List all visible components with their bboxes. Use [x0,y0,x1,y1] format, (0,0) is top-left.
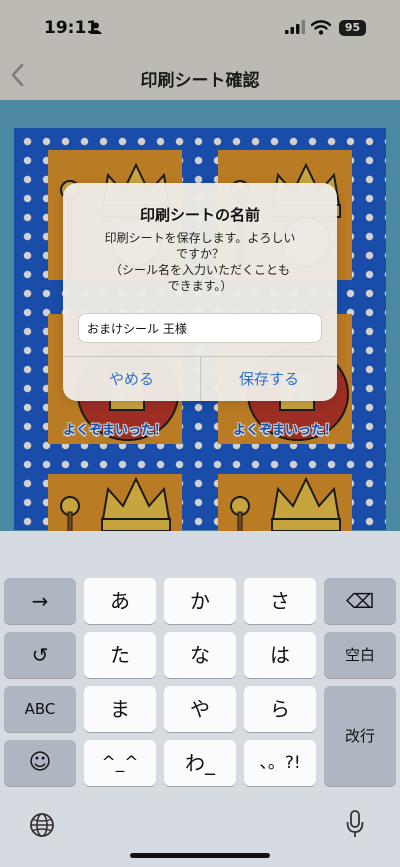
return-key[interactable]: 改行 [324,686,396,786]
key-ha[interactable]: は [244,632,316,678]
key-na[interactable]: な [164,632,236,678]
key-ta[interactable]: た [84,632,156,678]
dialog-message-line: 印刷シートを保存します。よろしい [104,231,296,245]
dialog-title: 印刷シートの名前 [139,206,260,224]
key-ma[interactable]: ま [84,686,156,732]
dialog-message: 印刷シートを保存します。よろしい ですか？ （シール名を入力いただくことも でき… [91,230,309,294]
key-wa[interactable]: わ_ [164,740,236,786]
save-button[interactable]: 保存する [201,357,337,401]
key-arrow-right[interactable]: → [4,578,76,624]
dialog-message-line: できます。） [167,279,233,293]
sheet-name-input[interactable] [78,313,322,343]
key-kaomoji[interactable]: ^_^ [84,740,156,786]
home-indicator [130,853,270,858]
undo-key[interactable]: ↺ [4,632,76,678]
abc-mode-key[interactable]: ABC [4,686,76,732]
key-sa[interactable]: さ [244,578,316,624]
microphone-icon[interactable] [345,809,365,839]
dialog-message-line: ですか？ [175,247,224,261]
save-sheet-dialog: 印刷シートの名前 印刷シートを保存します。よろしい ですか？ （シール名を入力い… [63,183,337,401]
key-ka[interactable]: か [164,578,236,624]
space-key[interactable]: 空白 [324,632,396,678]
globe-icon[interactable] [29,812,55,838]
emoji-key[interactable]: ☺ [4,740,76,786]
backspace-key[interactable]: ⌫ [324,578,396,624]
dialog-message-line: （シール名を入力いただくことも [109,263,290,277]
key-a[interactable]: あ [84,578,156,624]
key-ra[interactable]: ら [244,686,316,732]
key-ya[interactable]: や [164,686,236,732]
key-punctuation[interactable]: 、。?! [244,740,316,786]
cancel-button[interactable]: やめる [63,357,200,401]
